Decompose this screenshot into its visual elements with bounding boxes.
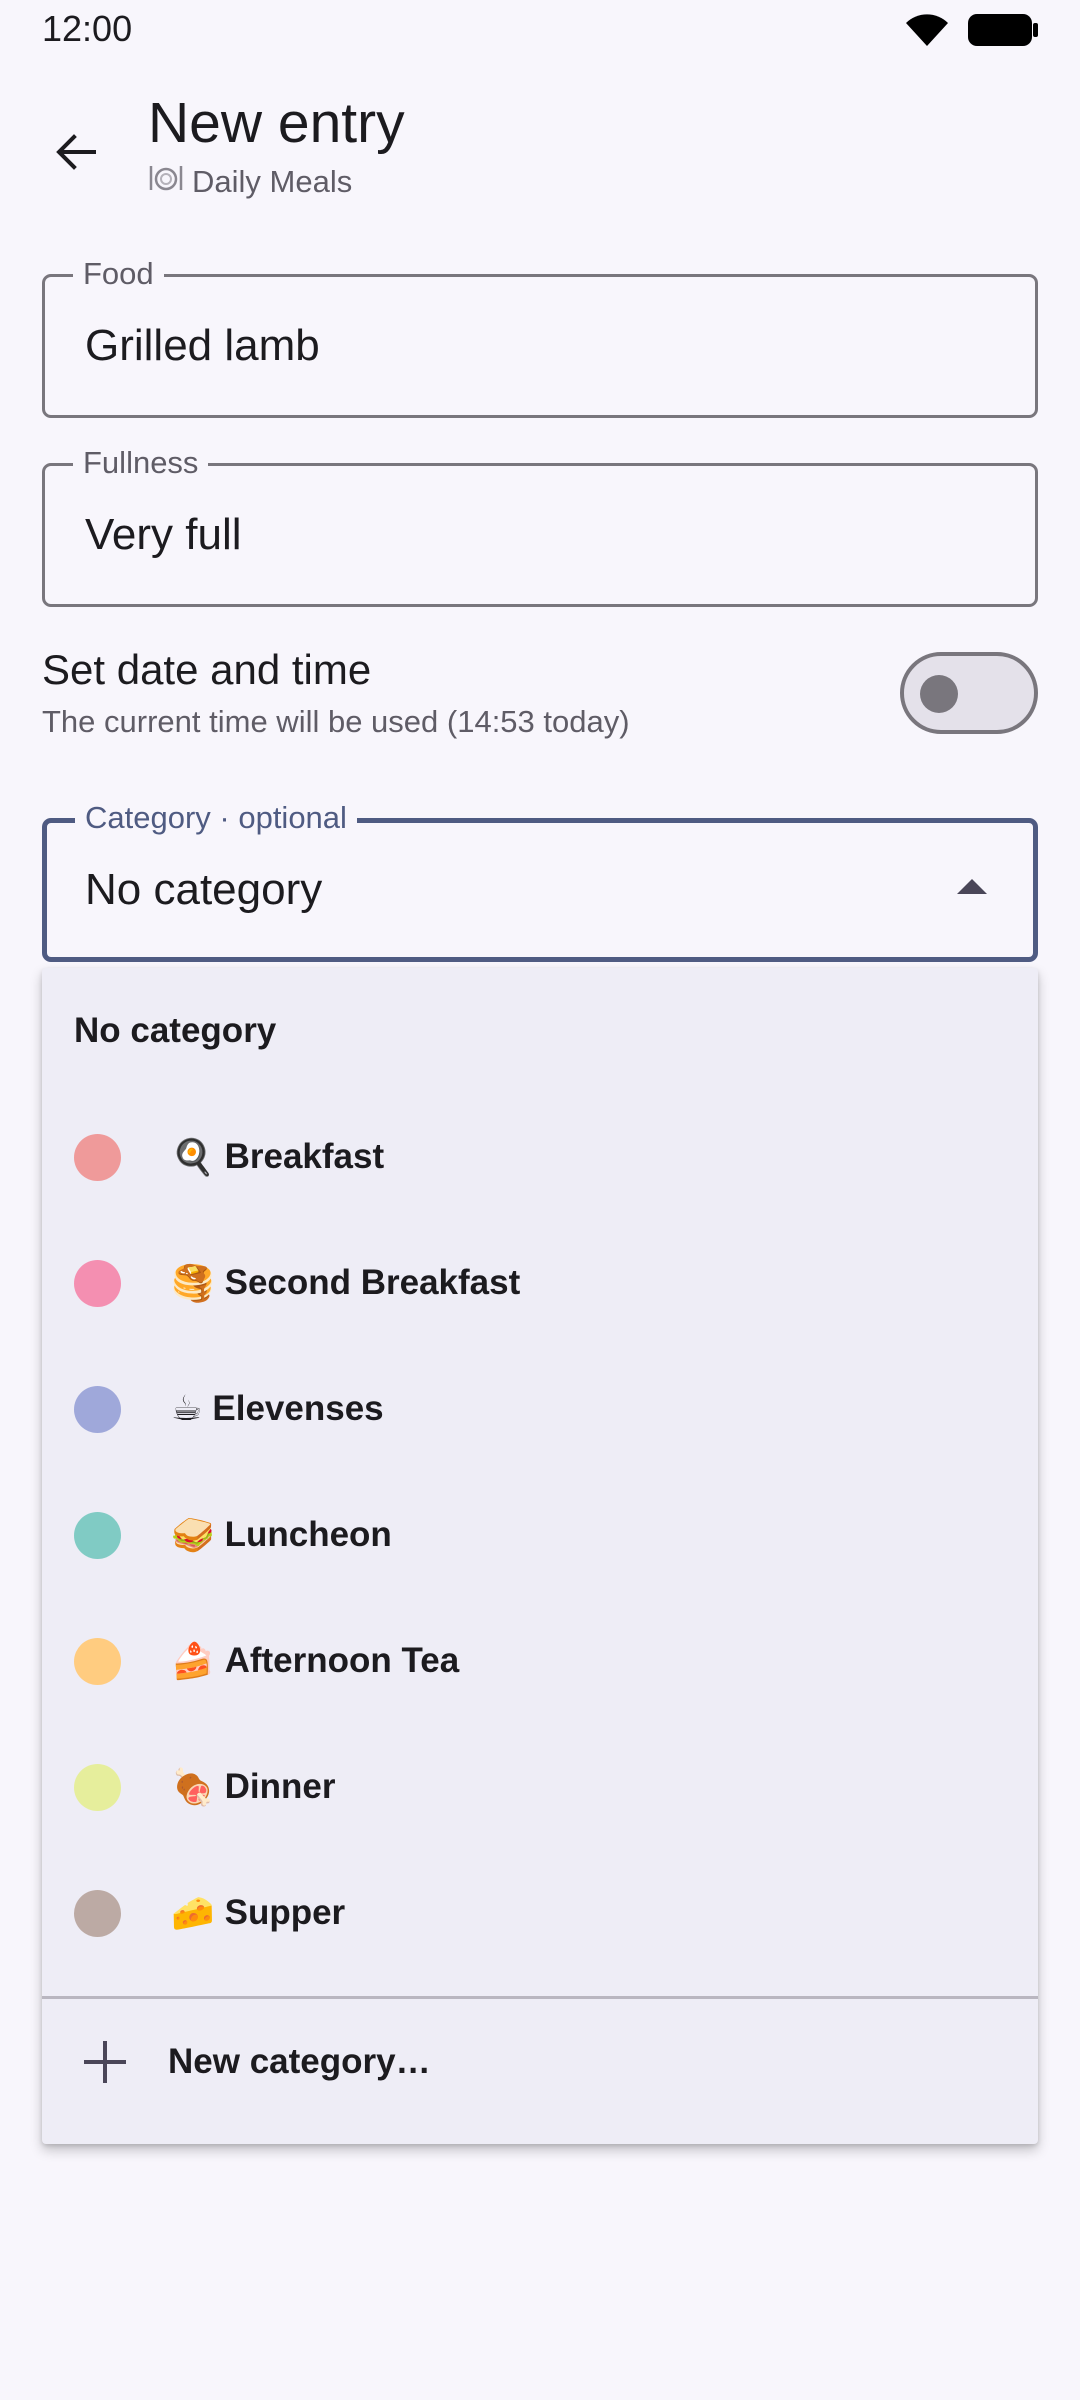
color-dot xyxy=(74,1385,121,1433)
subtitle-text: Daily Meals xyxy=(192,164,353,199)
plus-icon xyxy=(82,2039,128,2085)
category-field-label: Category · optional xyxy=(75,799,357,837)
color-dot xyxy=(74,1637,121,1685)
meat-icon: 🍖 xyxy=(171,1767,215,1808)
menu-item-supper[interactable]: 🧀 Supper xyxy=(42,1850,1038,1976)
menu-item-elevenses[interactable]: ☕ Elevenses xyxy=(42,1346,1038,1472)
menu-item-label: Supper xyxy=(224,1893,346,1932)
menu-item-luncheon[interactable]: 🥪 Luncheon xyxy=(42,1472,1038,1598)
menu-item-label: Breakfast xyxy=(224,1137,385,1176)
food-field[interactable]: Food Grilled lamb xyxy=(42,255,1038,418)
date-time-subtitle: The current time will be used (14:53 tod… xyxy=(42,704,630,739)
pancakes-icon: 🥞 xyxy=(171,1263,215,1304)
page-subtitle: Daily Meals xyxy=(148,162,352,202)
new-category-button[interactable]: New category… xyxy=(42,1999,1038,2125)
arrow-back-icon xyxy=(56,134,96,170)
fullness-field-value[interactable]: Very full xyxy=(85,510,242,560)
page-title: New entry xyxy=(148,91,405,155)
fullness-field-label: Fullness xyxy=(73,444,209,482)
new-category-label: New category… xyxy=(168,2042,431,2081)
category-menu: No category 🍳 Breakfast 🥞 Second Breakfa… xyxy=(42,968,1038,2144)
menu-item-label: Dinner xyxy=(224,1767,336,1806)
menu-item-label: Afternoon Tea xyxy=(224,1641,460,1680)
date-time-switch[interactable] xyxy=(900,652,1038,734)
menu-item-breakfast[interactable]: 🍳 Breakfast xyxy=(42,1094,1038,1220)
menu-item-label: No category xyxy=(74,1011,277,1050)
arrow-drop-up-icon[interactable] xyxy=(957,879,987,894)
color-dot xyxy=(74,1763,121,1811)
food-field-label: Food xyxy=(73,255,164,293)
category-field-value: No category xyxy=(85,865,323,914)
color-dot xyxy=(74,1259,121,1307)
color-dot xyxy=(74,1511,121,1559)
date-time-row[interactable]: Set date and time The current time will … xyxy=(42,640,1038,750)
menu-item-label: Luncheon xyxy=(224,1515,392,1554)
menu-item-dinner[interactable]: 🍖 Dinner xyxy=(42,1724,1038,1850)
fullness-field[interactable]: Fullness Very full xyxy=(42,444,1038,607)
color-dot xyxy=(74,1133,121,1181)
category-dropdown[interactable]: Category · optional No category xyxy=(42,799,1038,962)
status-time: 12:00 xyxy=(42,8,133,49)
color-dot xyxy=(74,1889,121,1937)
coffee-icon: ☕ xyxy=(171,1389,203,1429)
fried-egg-icon: 🍳 xyxy=(171,1137,215,1178)
plate-icon xyxy=(148,162,184,202)
menu-item-afternoon-tea[interactable]: 🍰 Afternoon Tea xyxy=(42,1598,1038,1724)
battery-icon xyxy=(968,12,1040,53)
date-time-title: Set date and time xyxy=(42,646,372,693)
wifi-icon xyxy=(904,12,950,53)
status-bar: 12:00 xyxy=(0,0,1080,62)
top-app-bar: New entry Daily Meals xyxy=(0,62,1080,212)
menu-item-no-category[interactable]: No category xyxy=(42,968,1038,1094)
menu-item-label: Elevenses xyxy=(212,1389,384,1428)
menu-item-second-breakfast[interactable]: 🥞 Second Breakfast xyxy=(42,1220,1038,1346)
cheese-icon: 🧀 xyxy=(171,1893,215,1934)
cake-icon: 🍰 xyxy=(171,1641,215,1682)
switch-thumb xyxy=(920,675,958,713)
status-icons xyxy=(904,12,1040,53)
food-field-value[interactable]: Grilled lamb xyxy=(85,321,320,371)
menu-item-label: Second Breakfast xyxy=(224,1263,521,1302)
sandwich-icon: 🥪 xyxy=(171,1515,215,1556)
back-button[interactable] xyxy=(36,112,116,192)
